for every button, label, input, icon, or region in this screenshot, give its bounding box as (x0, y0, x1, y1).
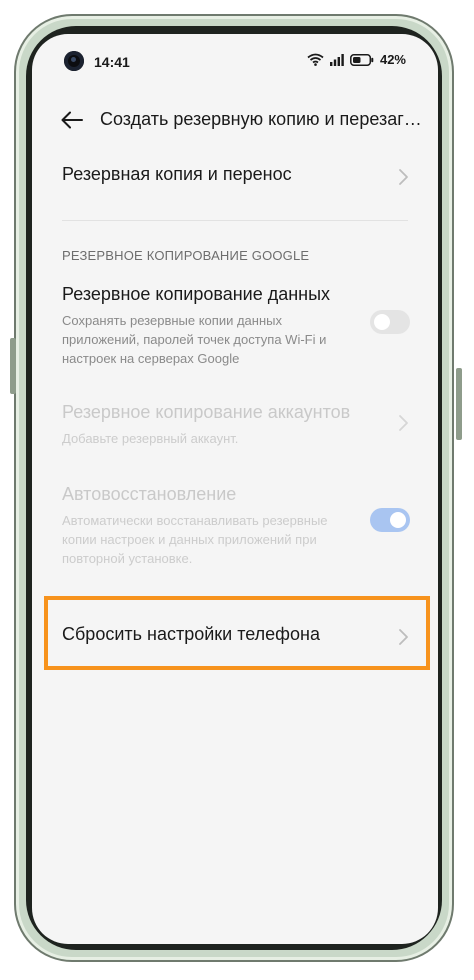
account-backup-item[interactable]: Резервное копирование аккаунтов Добавьте… (62, 402, 410, 450)
auto-restore-label: Автовосстановление (62, 484, 237, 504)
side-button-left (10, 338, 16, 394)
data-backup-toggle[interactable] (370, 310, 410, 334)
toggle-knob (374, 314, 390, 330)
data-backup-item[interactable]: Резервное копирование данных Сохранять р… (62, 284, 410, 370)
reset-highlight-frame (44, 596, 430, 670)
chevron-right-icon (399, 169, 408, 185)
chevron-right-icon (399, 415, 408, 431)
arrow-left-icon (61, 111, 83, 129)
front-camera (64, 51, 84, 71)
data-backup-label: Резервное копирование данных (62, 284, 331, 304)
status-time: 14:41 (94, 54, 130, 70)
signal-icon (329, 53, 344, 66)
backup-transfer-item[interactable]: Резервная копия и перенос (62, 164, 410, 194)
wifi-icon (307, 53, 324, 66)
data-backup-description: Сохранять резервные копии данных приложе… (62, 313, 327, 366)
battery-percent: 42% (379, 52, 406, 67)
divider (62, 220, 408, 221)
backup-transfer-label: Резервная копия и перенос (62, 164, 292, 184)
toolbar: Создать резервную копию и перезагрузить (32, 102, 438, 138)
side-button-right (456, 368, 462, 440)
status-icons: 42% (307, 52, 406, 67)
page-title: Создать резервную копию и перезагрузить (100, 109, 424, 129)
account-backup-label: Резервное копирование аккаунтов (62, 402, 351, 422)
auto-restore-toggle[interactable] (370, 508, 410, 532)
toggle-knob (390, 512, 406, 528)
phone-screen: 14:41 42% Создать резервную копию и пере… (32, 34, 438, 944)
battery-icon (350, 53, 374, 66)
auto-restore-item[interactable]: Автовосстановление Автоматически восстан… (62, 484, 410, 570)
back-button[interactable] (58, 106, 86, 134)
account-backup-description: Добавьте резервный аккаунт. (62, 431, 239, 446)
google-backup-section-header: РЕЗЕРВНОЕ КОПИРОВАНИЕ GOOGLE (62, 248, 310, 263)
auto-restore-description: Автоматически восстанавливать резервные … (62, 513, 328, 566)
status-bar: 14:41 42% (32, 34, 438, 92)
